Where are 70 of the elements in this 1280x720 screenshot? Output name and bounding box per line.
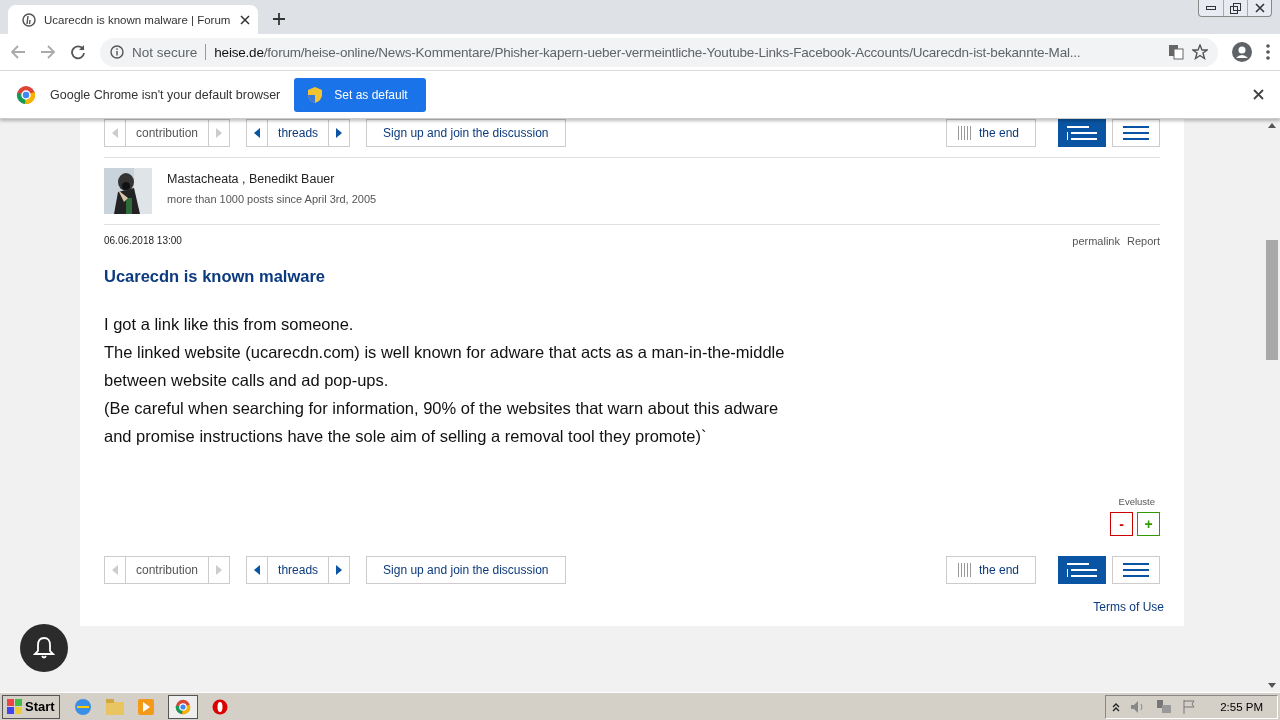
start-button[interactable]: Start: [2, 694, 60, 719]
profile-icon[interactable]: [1232, 42, 1252, 62]
post-title: Ucarecdn is known malware: [104, 267, 326, 286]
info-icon: [110, 45, 124, 59]
right-arrow-icon: [336, 128, 343, 138]
security-label: Not secure: [132, 44, 198, 60]
left-arrow-icon: [254, 565, 261, 575]
shield-icon: [308, 86, 323, 103]
clock: 2:55 PM: [1220, 700, 1263, 713]
upvote-button[interactable]: +: [1137, 512, 1160, 536]
threaded-view-button[interactable]: [1058, 556, 1106, 584]
signup-button[interactable]: Sign up and join the discussion: [366, 556, 566, 584]
lines-icon: [1121, 563, 1151, 577]
post-date: 06.06.2018 13:00: [104, 235, 182, 247]
signup-button[interactable]: Sign up and join the discussion: [366, 119, 566, 147]
post-text: (Be careful when searching for information, 90% of the websites that warn about this adware: [104, 398, 780, 419]
terms-link[interactable]: Terms of Use: [1093, 600, 1164, 614]
left-arrow-icon: [112, 128, 118, 138]
evaluate-label: Eveluste: [1118, 496, 1155, 507]
left-arrow-icon: [112, 565, 118, 575]
tab-title: Ucarecdn is known malware | Forum: [44, 13, 232, 26]
bars-icon: [956, 563, 971, 577]
star-icon: [1192, 44, 1208, 60]
left-arrow-icon: [254, 128, 261, 138]
translate-icon: [1168, 44, 1184, 60]
restore-icon: [1230, 2, 1241, 14]
lines-icon: [1121, 126, 1151, 140]
author-stats: more than 1000 posts since April 3rd, 2005: [167, 193, 377, 205]
set-default-button[interactable]: Set as default: [294, 77, 426, 112]
opera-icon[interactable]: [211, 698, 228, 715]
new-tab-icon[interactable]: [272, 12, 286, 26]
scroll-up-icon[interactable]: [1268, 123, 1276, 128]
flat-view-button[interactable]: [1112, 556, 1160, 584]
post-text: between website calls and ad pop-ups.: [104, 370, 390, 391]
chrome-logo-icon: [16, 84, 36, 105]
bell-icon: [33, 636, 55, 660]
indent-list-icon: [1067, 563, 1097, 577]
close-icon[interactable]: [240, 14, 250, 25]
close-icon[interactable]: [1253, 89, 1264, 100]
downvote-button[interactable]: -: [1110, 512, 1133, 536]
infobar-message: Google Chrome isn't your default browser: [50, 87, 281, 102]
author-name: Mastacheata , Benedikt Bauer: [167, 172, 336, 186]
scroll-down-icon[interactable]: [1268, 683, 1276, 688]
windows-logo-icon: [7, 698, 23, 715]
menu-icon[interactable]: [1266, 44, 1270, 60]
post-text: The linked website (ucarecdn.com) is well known for adware that acts as a man-in-the-middle: [104, 342, 786, 363]
bars-icon: [956, 126, 971, 140]
chevron-up-icon[interactable]: [1112, 701, 1121, 712]
right-arrow-icon: [336, 565, 343, 575]
right-arrow-icon: [216, 565, 223, 575]
post-action-link[interactable]: permalink: [1072, 235, 1120, 247]
end-button[interactable]: the end: [945, 556, 1036, 584]
post-text: and promise instructions have the sole aim of selling a removal tool they promote)`: [104, 426, 708, 447]
minimize-icon: [1206, 5, 1216, 11]
chrome-taskbar-icon[interactable]: [167, 694, 198, 719]
url-text: heise.de/forum/heise-online/News-Kommentare/Phisher-kapern-ueber-vermeintliche-Youtube-Links-Facebook-Accounts/Ucarecdn-ist-bekannte-Mal...: [214, 44, 1082, 60]
close-icon: [1254, 3, 1265, 13]
threaded-view-button[interactable]: [1058, 119, 1106, 147]
flat-view-button[interactable]: [1112, 119, 1160, 147]
site-logo-icon: [22, 12, 36, 27]
network-icon[interactable]: [1156, 699, 1173, 714]
end-button[interactable]: the end: [945, 119, 1036, 147]
scroll-thumb[interactable]: [1266, 240, 1278, 360]
right-arrow-icon: [216, 128, 223, 138]
indent-list-icon: [1067, 126, 1097, 140]
reload-icon[interactable]: [70, 44, 86, 60]
address-bar[interactable]: Not secure heise.de/forum/heise-online/News-Kommentare/Phisher-kapern-ueber-vermeintliche-Youtube-Links-Facebook-Accounts/Ucarecdn-ist-bekannte-Mal...: [100, 37, 1218, 67]
post-action-link[interactable]: Report: [1126, 235, 1160, 247]
post-text: I got a link like this from someone.: [104, 314, 355, 335]
browser-tab[interactable]: Ucarecdn is known malware | Forum: [8, 5, 258, 34]
